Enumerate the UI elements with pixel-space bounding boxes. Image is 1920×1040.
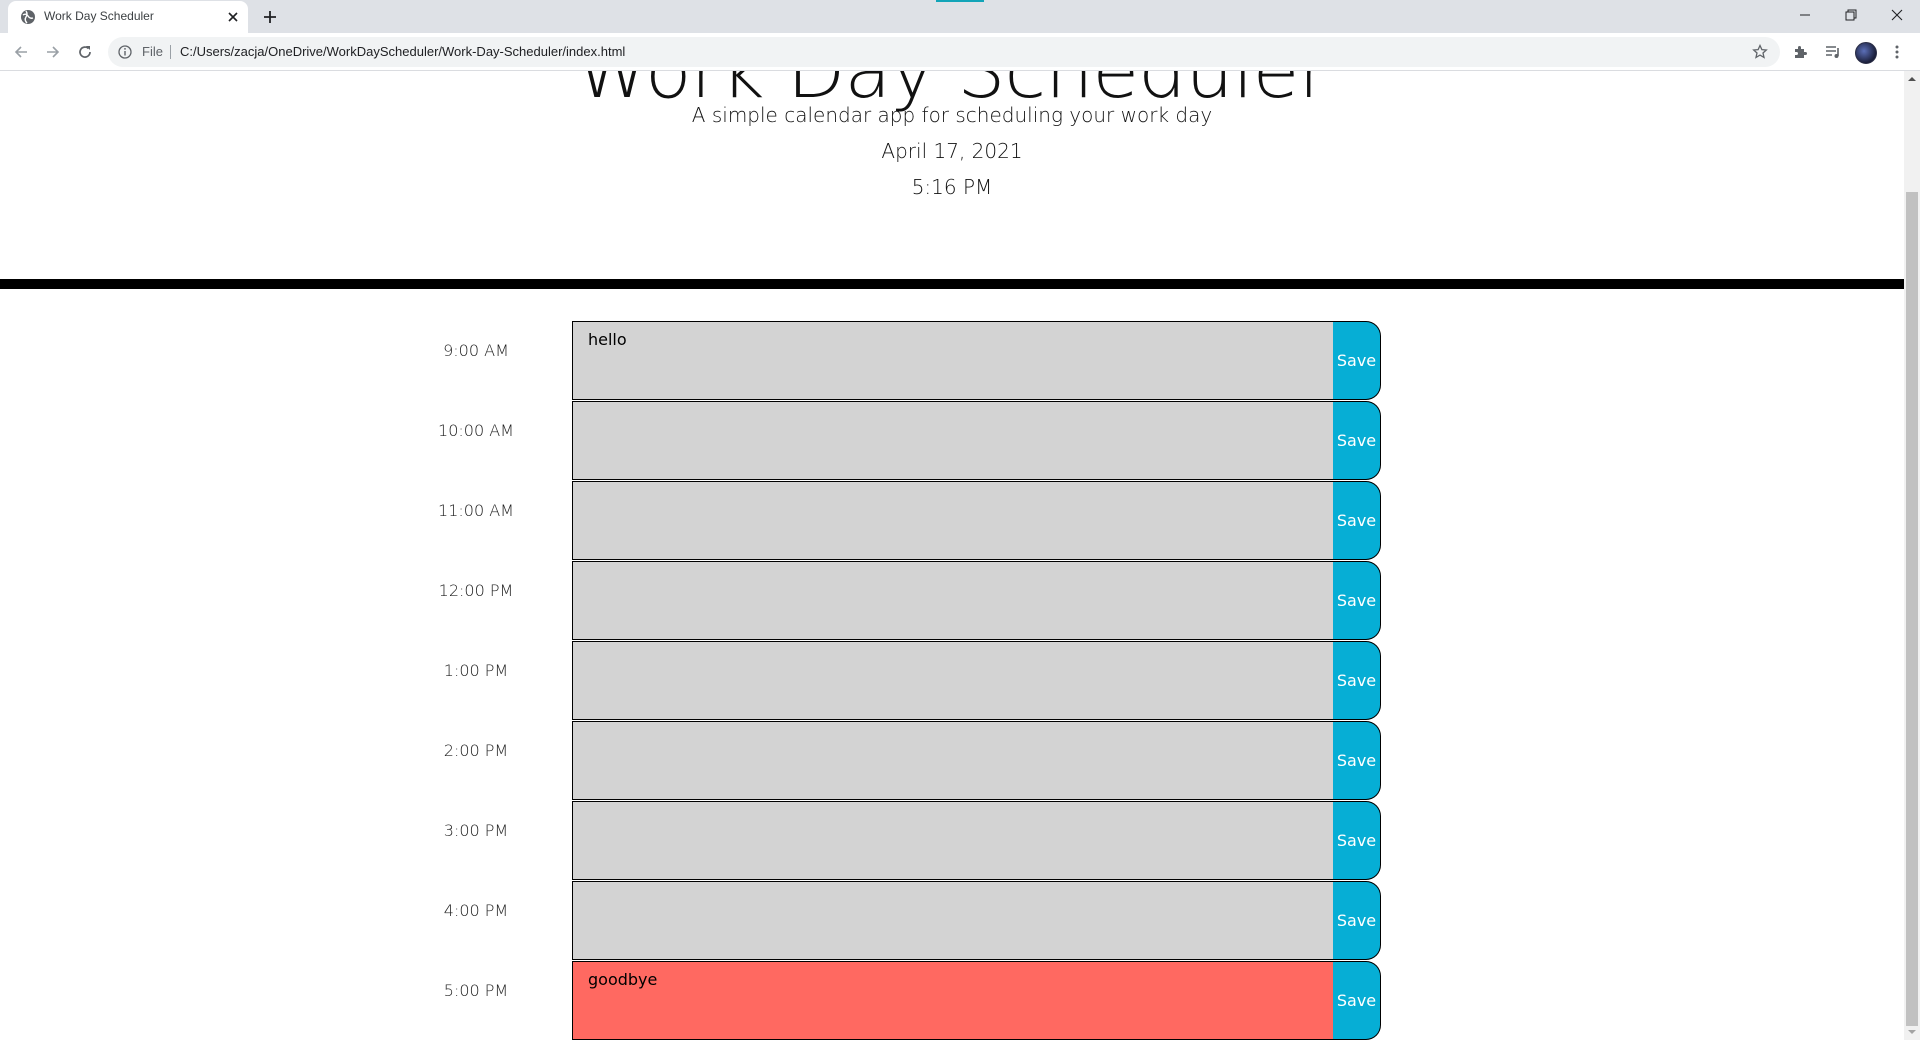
- hour-label: 12:00 PM: [438, 581, 514, 600]
- media-control-button[interactable]: [1823, 42, 1843, 62]
- hour-label: 2:00 PM: [443, 741, 509, 760]
- browser-tabstrip: Work Day Scheduler: [0, 0, 1920, 33]
- hour-label: 3:00 PM: [443, 821, 509, 840]
- puzzle-icon: [1795, 46, 1807, 58]
- minimize-icon: [1800, 14, 1810, 16]
- scheme-label: File: [142, 44, 163, 59]
- current-date: April 17, 2021: [881, 139, 1023, 163]
- task-input[interactable]: [572, 641, 1333, 720]
- restore-icon: [1845, 9, 1857, 21]
- media-indicator: [936, 0, 984, 2]
- close-window-button[interactable]: [1874, 0, 1920, 30]
- hour-label: 11:00 AM: [438, 501, 514, 520]
- url-text[interactable]: C:/Users/zacja/OneDrive/WorkDayScheduler…: [180, 44, 625, 59]
- browser-toolbar: File C:/Users/zacja/OneDrive/WorkDaySche…: [0, 33, 1920, 71]
- globe-icon: [21, 10, 35, 24]
- hour-label: 10:00 AM: [438, 421, 514, 440]
- save-button[interactable]: Save: [1333, 321, 1381, 400]
- forward-button[interactable]: [43, 42, 63, 62]
- scroll-down-arrow-icon[interactable]: [1908, 1028, 1916, 1036]
- time-block-row: 5:00 PM goodbye Save: [0, 961, 1904, 1040]
- save-button[interactable]: Save: [1333, 721, 1381, 800]
- time-block-row: 4:00 PM Save: [0, 881, 1904, 961]
- save-button[interactable]: Save: [1333, 961, 1381, 1040]
- omnibox-separator: [170, 45, 171, 59]
- close-icon: [1891, 9, 1903, 21]
- playlist-icon: [1826, 46, 1839, 58]
- browser-menu-button[interactable]: [1887, 42, 1907, 62]
- task-input[interactable]: [572, 881, 1333, 960]
- browser-tab[interactable]: Work Day Scheduler: [8, 1, 248, 33]
- reload-button[interactable]: [75, 42, 95, 62]
- hour-label: 5:00 PM: [443, 981, 509, 1000]
- time-block-row: 2:00 PM Save: [0, 721, 1904, 801]
- time-block-row: 1:00 PM Save: [0, 641, 1904, 721]
- kebab-menu-icon: [1895, 45, 1899, 59]
- save-button[interactable]: Save: [1333, 401, 1381, 480]
- task-input[interactable]: [572, 481, 1333, 560]
- current-time: 5:16 PM: [911, 175, 993, 199]
- page-scrollbar[interactable]: [1904, 71, 1920, 1040]
- time-block-row: 10:00 AM Save: [0, 401, 1904, 481]
- hour-label: 9:00 AM: [443, 341, 509, 360]
- hour-label: 1:00 PM: [443, 661, 509, 680]
- hour-label: 4:00 PM: [443, 901, 509, 920]
- new-tab-icon[interactable]: [260, 7, 280, 27]
- info-icon[interactable]: [118, 45, 132, 59]
- scroll-up-arrow-icon[interactable]: [1908, 75, 1916, 83]
- tab-title: Work Day Scheduler: [44, 9, 154, 23]
- arrow-left-icon: [14, 46, 27, 58]
- save-button[interactable]: Save: [1333, 481, 1381, 560]
- address-bar[interactable]: File C:/Users/zacja/OneDrive/WorkDaySche…: [108, 37, 1780, 67]
- minimize-button[interactable]: [1782, 0, 1828, 30]
- time-block-row: 9:00 AM hello Save: [0, 321, 1904, 401]
- save-button[interactable]: Save: [1333, 561, 1381, 640]
- task-input[interactable]: hello: [572, 321, 1333, 400]
- task-input[interactable]: [572, 801, 1333, 880]
- task-input[interactable]: [572, 721, 1333, 800]
- arrow-right-icon: [47, 46, 60, 58]
- save-button[interactable]: Save: [1333, 801, 1381, 880]
- scrollbar-thumb[interactable]: [1906, 192, 1918, 1026]
- save-button[interactable]: Save: [1333, 881, 1381, 960]
- header-divider: [0, 279, 1904, 289]
- bookmark-star-icon[interactable]: [1752, 44, 1768, 60]
- task-input[interactable]: [572, 561, 1333, 640]
- back-button[interactable]: [11, 42, 31, 62]
- task-input[interactable]: [572, 401, 1333, 480]
- restore-button[interactable]: [1828, 0, 1874, 30]
- task-input[interactable]: goodbye: [572, 961, 1333, 1040]
- time-block-row: 12:00 PM Save: [0, 561, 1904, 641]
- time-block-row: 3:00 PM Save: [0, 801, 1904, 881]
- page-lead: A simple calendar app for scheduling you…: [691, 103, 1213, 127]
- save-button[interactable]: Save: [1333, 641, 1381, 720]
- reload-icon: [79, 46, 91, 58]
- time-block-row: 11:00 AM Save: [0, 481, 1904, 561]
- profile-avatar[interactable]: [1855, 42, 1877, 64]
- close-tab-icon[interactable]: [226, 10, 240, 24]
- page-viewport: Work Day Scheduler A simple calendar app…: [0, 71, 1904, 1040]
- extensions-button[interactable]: [1790, 42, 1810, 62]
